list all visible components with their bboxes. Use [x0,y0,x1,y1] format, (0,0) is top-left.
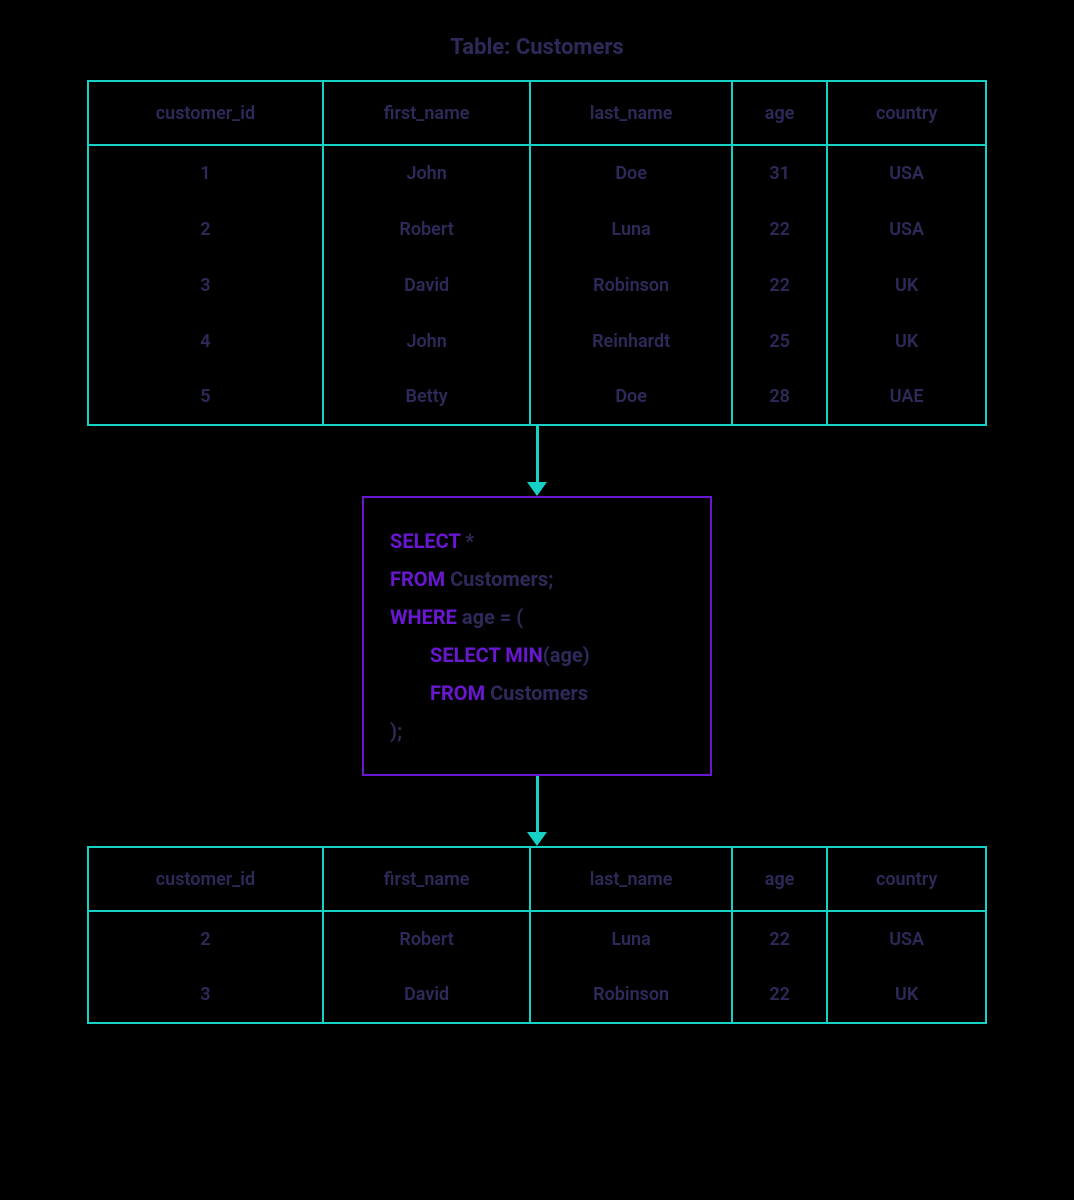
sql-line: SELECT * [390,522,684,560]
table-cell: 5 [88,369,323,425]
table-row: 3DavidRobinson22UK [88,967,986,1023]
table-cell: 3 [88,257,323,313]
table-cell: 22 [732,257,827,313]
sql-line: SELECT MIN(age) [390,636,684,674]
column-header: last_name [530,847,732,911]
table-row: 4JohnReinhardt25UK [88,313,986,369]
table-cell: UK [827,313,986,369]
arrow-down-icon [527,426,547,496]
table-cell: Reinhardt [530,313,732,369]
table-cell: UK [827,257,986,313]
column-header: last_name [530,81,732,145]
table-cell: Doe [530,369,732,425]
table-cell: 22 [732,967,827,1023]
sql-line: FROM Customers; [390,560,684,598]
table-cell: Robert [323,911,530,967]
column-header: first_name [323,847,530,911]
column-header: country [827,81,986,145]
table-cell: 22 [732,201,827,257]
table-cell: 31 [732,145,827,201]
table-cell: Robert [323,201,530,257]
table-row: 5BettyDoe28UAE [88,369,986,425]
sql-line: ); [390,712,684,750]
table-cell: John [323,145,530,201]
source-table: customer_idfirst_namelast_nameagecountry… [87,80,987,426]
table-cell: UAE [827,369,986,425]
table-cell: Luna [530,911,732,967]
column-header: customer_id [88,847,323,911]
table-cell: 2 [88,911,323,967]
table-cell: 1 [88,145,323,201]
column-header: first_name [323,81,530,145]
table-cell: John [323,313,530,369]
column-header: age [732,847,827,911]
table-cell: 4 [88,313,323,369]
table-cell: 25 [732,313,827,369]
table-row: 2RobertLuna22USA [88,201,986,257]
sql-query-box: SELECT * FROM Customers; WHERE age = ( S… [362,496,712,776]
sql-line: WHERE age = ( [390,598,684,636]
arrow-down-icon [527,776,547,846]
table-row: 2RobertLuna22USA [88,911,986,967]
table-cell: USA [827,201,986,257]
table-cell: 22 [732,911,827,967]
column-header: customer_id [88,81,323,145]
column-header: country [827,847,986,911]
table-cell: UK [827,967,986,1023]
table-cell: USA [827,911,986,967]
table-cell: David [323,967,530,1023]
column-header: age [732,81,827,145]
table-cell: 2 [88,201,323,257]
table-cell: Robinson [530,967,732,1023]
table-cell: Betty [323,369,530,425]
table-cell: Doe [530,145,732,201]
table-cell: USA [827,145,986,201]
table-cell: Luna [530,201,732,257]
table-cell: Robinson [530,257,732,313]
table-cell: David [323,257,530,313]
result-table: customer_idfirst_namelast_nameagecountry… [87,846,987,1024]
table-cell: 28 [732,369,827,425]
table-title: Table: Customers [450,35,623,60]
table-cell: 3 [88,967,323,1023]
sql-line: FROM Customers [390,674,684,712]
table-row: 1JohnDoe31USA [88,145,986,201]
table-row: 3DavidRobinson22UK [88,257,986,313]
